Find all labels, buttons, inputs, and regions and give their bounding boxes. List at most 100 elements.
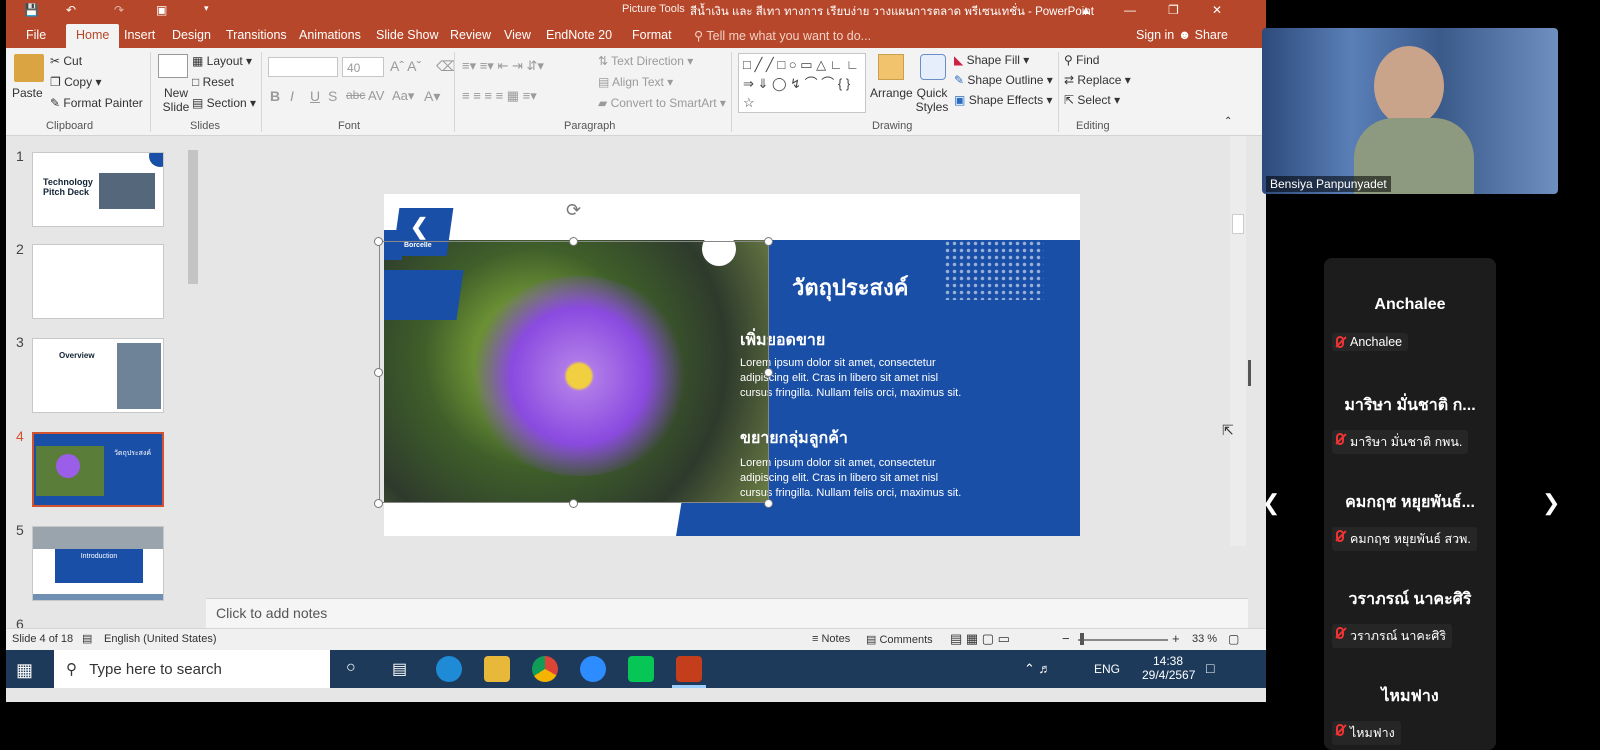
slide-body-2[interactable]: Lorem ipsum dolor sit amet, consectetur … (740, 456, 970, 501)
resize-handle[interactable] (764, 237, 773, 246)
chrome-icon[interactable] (532, 656, 558, 682)
shape-outline-button[interactable]: ✎ Shape Outline ▾ (954, 73, 1053, 87)
tray-icons[interactable]: ⌃ ♬ (1024, 661, 1052, 677)
redo-icon[interactable]: ↷ (114, 3, 124, 17)
spellcheck-icon[interactable]: ▤ (82, 632, 92, 645)
bullets-icon[interactable]: ≡▾ ≡▾ ⇤ ⇥ ⇵▾ (462, 58, 544, 74)
comments-button[interactable]: ▤ Comments (866, 633, 933, 646)
select-button[interactable]: ⇱ Select ▾ (1064, 93, 1120, 107)
font-color-icon[interactable]: A▾ (424, 88, 440, 105)
present-icon[interactable]: ▣ (156, 3, 167, 17)
slide-heading[interactable]: วัตถุประสงค์ (792, 270, 908, 305)
paste-button[interactable]: Paste (12, 86, 43, 100)
language-indicator[interactable]: English (United States) (104, 633, 217, 645)
notes-pane[interactable]: Click to add notes (206, 598, 1248, 628)
bold-button[interactable]: B (270, 88, 280, 104)
convert-smartart-button[interactable]: ▰ Convert to SmartArt ▾ (598, 96, 726, 110)
participant-tile[interactable]: คมกฤช หยุยพันธ์... คมกฤช หยุยพันธ์ สวพ. (1324, 452, 1496, 551)
tab-slide-show[interactable]: Slide Show (376, 28, 439, 42)
participant-tile[interactable]: มาริษา มั่นชาติ ก... มาริษา มั่นชาติ กพน… (1324, 355, 1496, 454)
arrange-icon[interactable] (878, 54, 904, 80)
shadow-button[interactable]: S (328, 88, 337, 104)
speaker-video[interactable]: Bensiya Panpunyadet (1262, 28, 1558, 194)
format-painter-button[interactable]: ✎ Format Painter (50, 96, 143, 110)
zoom-in-icon[interactable]: + (1172, 631, 1180, 646)
thumbs-scrollbar[interactable] (186, 136, 200, 626)
sign-in-link[interactable]: Sign in (1136, 28, 1174, 42)
resize-handle[interactable] (764, 499, 773, 508)
paste-icon[interactable] (14, 54, 44, 82)
slide-thumbnail-4[interactable]: วัตถุประสงค์ (32, 432, 164, 507)
editor-scroll-thumb[interactable] (1232, 214, 1244, 234)
find-button[interactable]: ⚲ Find (1064, 53, 1099, 67)
collapse-ribbon-icon[interactable]: ⌃ (1224, 116, 1232, 127)
underline-button[interactable]: U (310, 88, 320, 104)
new-slide-button[interactable]: New Slide (156, 86, 196, 114)
zoom-slider[interactable] (1078, 639, 1168, 641)
prev-page-icon[interactable]: ❮ (1262, 490, 1280, 516)
powerpoint-app-icon[interactable] (676, 656, 702, 682)
notifications-icon[interactable]: □ (1206, 660, 1214, 676)
font-size-field[interactable]: 40 (342, 57, 384, 77)
align-icons[interactable]: ≡ ≡ ≡ ≡ ▦ ≡▾ (462, 88, 537, 104)
layout-button[interactable]: ▦ Layout ▾ (192, 54, 252, 68)
quick-styles-button[interactable]: Quick Styles (912, 86, 952, 114)
tab-animations[interactable]: Animations (299, 28, 361, 42)
strikethrough-button[interactable]: abc (346, 88, 365, 102)
tab-format[interactable]: Format (632, 28, 672, 42)
clock[interactable]: 14:38 29/4/2567 (1142, 654, 1195, 682)
tab-endnote[interactable]: EndNote 20 (546, 28, 612, 42)
tab-design[interactable]: Design (172, 28, 211, 42)
tab-view[interactable]: View (504, 28, 531, 42)
replace-button[interactable]: ⇄ Replace ▾ (1064, 73, 1131, 87)
slide-thumbnail-3[interactable]: Overview (32, 338, 164, 413)
tab-insert[interactable]: Insert (124, 28, 155, 42)
cortana-icon[interactable]: ○ (346, 659, 356, 677)
taskbar-search-box[interactable]: ⚲ Type here to search (54, 650, 330, 688)
slide-body-1[interactable]: Lorem ipsum dolor sit amet, consectetur … (740, 356, 970, 401)
resize-handle[interactable] (374, 499, 383, 508)
font-name-field[interactable] (268, 57, 338, 77)
input-language[interactable]: ENG (1094, 662, 1120, 676)
next-page-icon[interactable]: ❯ (1542, 490, 1560, 516)
zoom-level[interactable]: 33 % (1192, 633, 1217, 645)
thumbs-scroll-thumb[interactable] (188, 150, 198, 284)
section-button[interactable]: ▤ Section ▾ (192, 96, 256, 110)
reset-button[interactable]: □ Reset (192, 75, 234, 89)
resize-handle[interactable] (374, 237, 383, 246)
change-case-icon[interactable]: Aa▾ (392, 88, 414, 104)
zoom-slider-thumb[interactable] (1080, 633, 1084, 645)
resize-handle[interactable] (569, 499, 578, 508)
text-direction-button[interactable]: ⇅ Text Direction ▾ (598, 54, 693, 68)
customize-qat-icon[interactable]: ▾ (204, 3, 209, 14)
windows-start-icon[interactable]: ▦ (16, 660, 33, 681)
editor-scrollbar[interactable] (1230, 136, 1246, 546)
resize-handle[interactable] (374, 368, 383, 377)
zoom-out-icon[interactable]: − (1062, 631, 1070, 646)
new-slide-icon[interactable] (158, 54, 188, 78)
shape-effects-button[interactable]: ▣ Shape Effects ▾ (954, 93, 1053, 107)
quick-styles-icon[interactable] (920, 54, 946, 80)
slide-thumbnail-2[interactable] (32, 244, 164, 319)
fit-slide-icon[interactable]: ▢ (1228, 632, 1239, 646)
view-buttons[interactable]: ▤ ▦ ▢ ▭ (950, 631, 1010, 647)
notes-button[interactable]: ≡ Notes (812, 633, 850, 645)
tab-review[interactable]: Review (450, 28, 491, 42)
slide-thumbnail-1[interactable]: Technology Pitch Deck (32, 152, 164, 227)
task-view-icon[interactable]: ▤ (392, 659, 407, 679)
cut-button[interactable]: ✂ Cut (50, 54, 82, 68)
ribbon-display-icon[interactable]: ▲ (1080, 3, 1092, 17)
char-spacing-icon[interactable]: AV (368, 88, 384, 103)
resize-handle[interactable] (569, 237, 578, 246)
tab-home[interactable]: Home (66, 24, 120, 48)
grow-font-icon[interactable]: Aˆ Aˇ (390, 58, 421, 74)
tab-transitions[interactable]: Transitions (226, 28, 287, 42)
slide-thumbnail-5[interactable]: Introduction (32, 526, 164, 601)
align-text-button[interactable]: ▤ Align Text ▾ (598, 75, 673, 89)
arrange-button[interactable]: Arrange (870, 86, 913, 100)
shape-fill-button[interactable]: ◣ Shape Fill ▾ (954, 53, 1029, 67)
panel-resize-handle[interactable] (1248, 360, 1251, 386)
participant-tile[interactable]: Anchalee Anchalee (1324, 258, 1496, 355)
undo-icon[interactable]: ↶ (66, 3, 76, 17)
zoom-app-icon[interactable] (580, 656, 606, 682)
